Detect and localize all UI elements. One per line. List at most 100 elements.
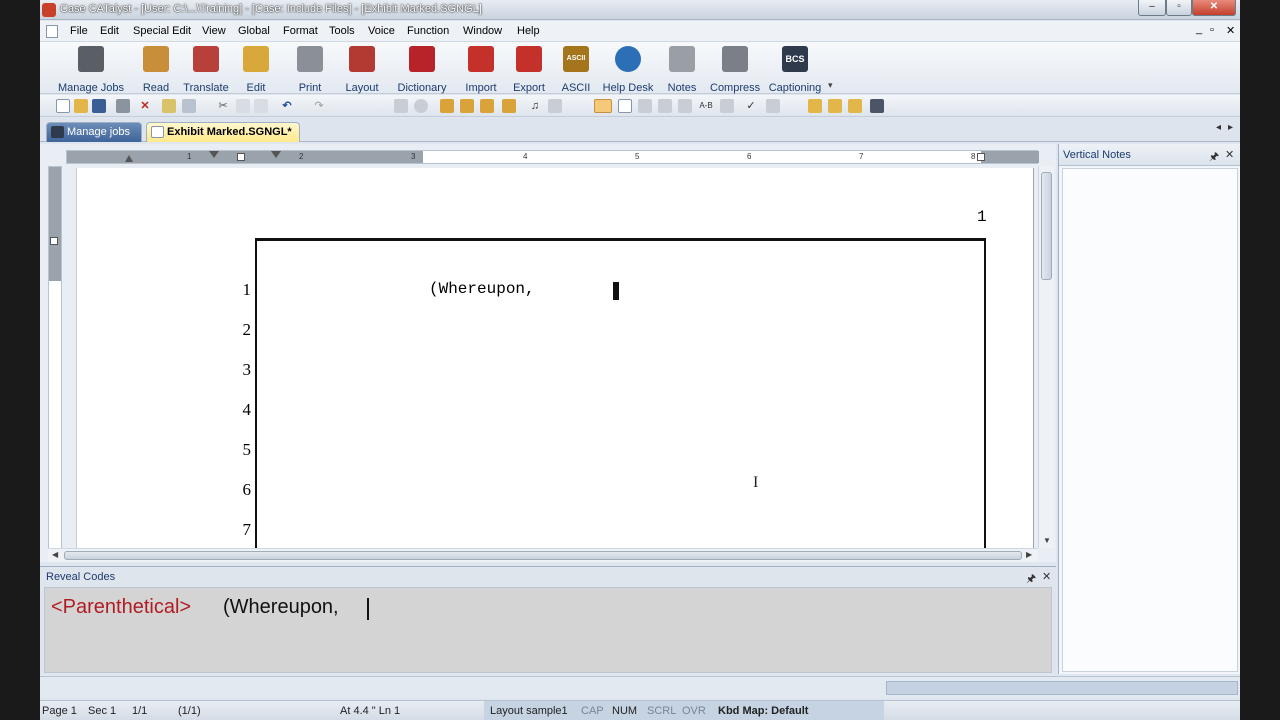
translate-button[interactable]: Translate [182,44,230,94]
tab-scroll-right-icon[interactable]: ▸ [1228,122,1233,133]
menu-help[interactable]: Help [517,25,540,37]
minimize-button[interactable]: ‒ [1138,0,1166,16]
vertical-notes-body[interactable] [1062,168,1238,672]
help-desk-button[interactable]: Help Desk [602,44,654,94]
dictionary-book-icon [409,46,435,72]
manage-jobs-button[interactable]: Manage Jobs [56,44,126,94]
import-button[interactable]: Import [462,44,500,94]
tab-stop-marker-icon[interactable] [237,153,245,161]
columns-icon[interactable] [638,99,652,113]
briefcase-small-icon[interactable] [870,99,884,113]
menu-view[interactable]: View [202,25,226,37]
globe-small-icon[interactable] [414,99,428,113]
folder-export-icon[interactable] [848,99,862,113]
steno-icon[interactable] [394,99,408,113]
translate-small-icon[interactable] [766,99,780,113]
left-indent-marker-icon[interactable] [125,155,133,162]
vertical-scrollbar[interactable]: ▼ [1038,166,1054,548]
dictionary-button[interactable]: Dictionary [396,44,448,94]
menu-format[interactable]: Format [283,25,318,37]
horizontal-scroll-thumb[interactable] [64,551,1022,560]
status-fraction: 1/1 [132,705,148,717]
right-indent-marker-icon[interactable] [977,153,985,161]
copy-icon[interactable] [236,99,250,113]
print-small-icon[interactable] [116,99,130,113]
toolbar-overflow-icon[interactable]: ▾ [828,80,833,91]
spellcheck-icon[interactable]: ✓ [744,99,758,113]
vertical-scroll-thumb[interactable] [1041,172,1052,280]
paste-icon[interactable] [254,99,268,113]
page-icon[interactable] [618,99,632,113]
scroll-down-arrow-icon[interactable]: ▼ [1043,536,1051,545]
mdi-restore-button[interactable]: ▫ [1210,24,1214,36]
save-icon[interactable] [92,99,106,113]
headphones-icon[interactable]: ♫ [528,99,542,113]
export-arrow-icon [516,46,542,72]
tab-manage-jobs[interactable]: Manage jobs [46,122,142,142]
folder-open-icon[interactable] [828,99,842,113]
translate-icon [193,46,219,72]
menu-special-edit[interactable]: Special Edit [133,25,191,37]
includes-icon[interactable] [678,99,692,113]
delete-icon[interactable]: ✕ [138,99,152,113]
mark-clear-icon[interactable] [502,99,516,113]
document-page[interactable]: 1 1 2 3 4 5 6 7 (Whereupon, I [76,168,1034,558]
read-button[interactable]: Read [138,44,174,94]
mark-next-icon[interactable] [460,99,474,113]
tab-exhibit-marked[interactable]: Exhibit Marked.SGNGL* [146,122,300,142]
menu-global[interactable]: Global [238,25,270,37]
horizontal-ruler[interactable]: 1 2 3 4 5 6 7 8 [66,150,1039,164]
hanging-indent-marker-icon[interactable] [271,151,281,158]
horizontal-scrollbar[interactable]: ◀ ▶ [48,548,1038,562]
mark-icon[interactable] [440,99,454,113]
mdi-close-button[interactable]: ✕ [1226,24,1235,37]
find-icon[interactable] [162,99,176,113]
briefcase-icon [78,46,104,72]
close-button[interactable]: ✕ [1192,0,1236,16]
zoom-icon[interactable] [182,99,196,113]
menu-edit[interactable]: Edit [100,25,119,37]
menu-window[interactable]: Window [463,25,502,37]
first-line-indent-marker-icon[interactable] [209,151,219,158]
menu-file[interactable]: File [70,25,88,37]
print-button[interactable]: Print [292,44,328,94]
vertical-margin-marker-icon[interactable] [50,237,58,245]
mdi-minimize-button[interactable]: _ [1196,23,1202,35]
line-number: 1 [242,280,252,299]
ascii-button[interactable]: ASCII ASCII [560,44,592,94]
reveal-close-icon[interactable]: ✕ [1042,570,1051,583]
edit-button[interactable]: Edit [238,44,274,94]
layout-button[interactable]: Layout [342,44,382,94]
transcript-line-text[interactable]: (Whereupon, [429,280,535,298]
reveal-codes-body[interactable]: <Parenthetical> (Whereupon, [44,587,1052,673]
audio-sync-icon[interactable] [548,99,562,113]
new-document-icon[interactable] [56,99,70,113]
menu-voice[interactable]: Voice [368,25,395,37]
pin-icon[interactable]: 🖈 [1209,148,1219,167]
cut-icon[interactable]: ✂ [216,99,230,113]
compress-button[interactable]: Compress [710,44,760,94]
export-button[interactable]: Export [510,44,548,94]
font-icon[interactable] [720,99,734,113]
undo-icon[interactable]: ↶ [280,99,294,113]
close-pane-icon[interactable]: ✕ [1225,148,1234,161]
notes-button[interactable]: Notes [664,44,700,94]
scroll-right-arrow-icon[interactable]: ▶ [1026,550,1032,559]
scroll-left-arrow-icon[interactable]: ◀ [52,550,58,559]
document-icon[interactable] [46,25,58,38]
speaker-icon[interactable] [658,99,672,113]
maximize-button[interactable]: ▫ [1166,0,1192,16]
captioning-button[interactable]: BCS Captioning [766,44,824,94]
vertical-ruler[interactable] [48,166,62,550]
alpha-sort-icon[interactable]: A-B [698,99,714,113]
redo-icon[interactable]: ↷ [312,99,326,113]
realtime-icon[interactable] [594,99,612,113]
open-folder-icon[interactable] [74,99,88,113]
compress-icon [722,46,748,72]
mark-prev-icon[interactable] [480,99,494,113]
folder-icon[interactable] [808,99,822,113]
mouse-ibeam-cursor-icon: I [753,474,759,491]
menu-function[interactable]: Function [407,25,449,37]
menu-tools[interactable]: Tools [329,25,355,37]
tab-scroll-left-icon[interactable]: ◂ [1216,122,1221,133]
